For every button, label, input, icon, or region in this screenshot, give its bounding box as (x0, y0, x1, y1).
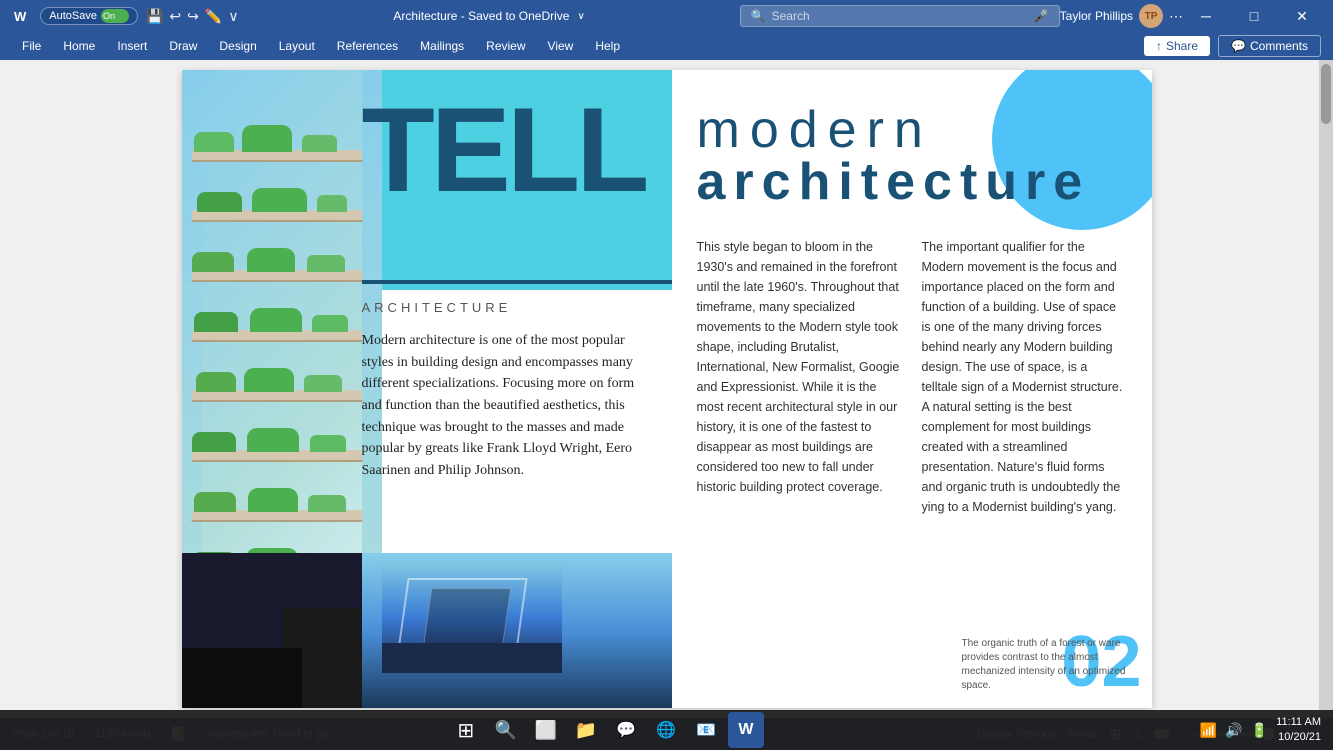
autosave-label: AutoSave (49, 10, 97, 22)
minimize-button[interactable]: ─ (1183, 0, 1229, 32)
search-box[interactable]: 🔍 🎤 (740, 5, 1060, 27)
taskbar-teams-button[interactable]: 💬 (608, 712, 644, 748)
title-bar-left: W AutoSave On 💾 ↩ ↪ ✏️ ∨ (8, 7, 239, 26)
vertical-scrollbar[interactable] (1319, 60, 1333, 718)
menu-file[interactable]: File (12, 36, 51, 56)
page-title: modern architecture (697, 100, 1127, 212)
window-controls: ─ □ ✕ (1183, 0, 1325, 32)
taskbar-outlook-button[interactable]: 📧 (688, 712, 724, 748)
share-label: Share (1166, 39, 1198, 53)
right-para1: This style began to bloom in the 1930's … (697, 237, 902, 517)
taskbar-word-button[interactable]: W (728, 712, 764, 748)
taskbar-edge-button[interactable]: 🌐 (648, 712, 684, 748)
ribbon-icon[interactable]: ⋯ (1169, 8, 1183, 25)
page-container: TELL ARCHITECTURE Modern architecture is… (0, 60, 1333, 718)
menu-bar-right: ↑ Share 💬 Comments (1144, 35, 1321, 57)
taskbar-center: ⊞ 🔍 ⬜ 📁 💬 🌐 📧 W (448, 712, 764, 748)
right-text-columns: This style began to bloom in the 1930's … (697, 237, 1127, 517)
taskbar: ⊞ 🔍 ⬜ 📁 💬 🌐 📧 W 📶 🔊 🔋 11:11 AM 10/20/21 (0, 710, 1333, 750)
redo-icon[interactable]: ↪ (187, 8, 199, 25)
word-logo: W (8, 7, 32, 26)
time-display[interactable]: 11:11 AM 10/20/21 (1276, 715, 1321, 746)
section-divider (362, 280, 672, 284)
page-content: TELL ARCHITECTURE Modern architecture is… (182, 70, 1152, 708)
document-area: TELL ARCHITECTURE Modern architecture is… (0, 60, 1333, 718)
title-bar-center: Architecture - Saved to OneDrive ∨ (239, 9, 740, 23)
autosave-badge[interactable]: AutoSave On (40, 7, 138, 25)
comments-label: Comments (1250, 39, 1308, 53)
undo-icon[interactable]: ↩ (169, 8, 181, 25)
title-word1: modern (697, 100, 1127, 160)
taskbar-start-button[interactable]: ⊞ (448, 712, 484, 748)
menu-mailings[interactable]: Mailings (410, 36, 474, 56)
more-icon[interactable]: ∨ (228, 8, 238, 25)
volume-icon: 🔊 (1225, 722, 1242, 739)
save-icon[interactable]: 💾 (146, 8, 163, 25)
bottom-arch-image (362, 553, 672, 708)
taskbar-taskview-button[interactable]: ⬜ (528, 712, 564, 748)
document-page: TELL ARCHITECTURE Modern architecture is… (182, 70, 1152, 708)
menu-layout[interactable]: Layout (269, 36, 325, 56)
network-icon: 📶 (1200, 722, 1217, 739)
image-caption: The organic truth of a forest or ware pr… (962, 637, 1142, 693)
user-area: Taylor Phillips TP ⋯ (1060, 4, 1183, 28)
close-button[interactable]: ✕ (1279, 0, 1325, 32)
draw-icon[interactable]: ✏️ (205, 8, 222, 25)
menu-review[interactable]: Review (476, 36, 535, 56)
battery-icon: 🔋 (1251, 722, 1268, 739)
left-column: TELL ARCHITECTURE Modern architecture is… (182, 70, 672, 708)
comments-button[interactable]: 💬 Comments (1218, 35, 1321, 57)
taskbar-search-button[interactable]: 🔍 (488, 712, 524, 748)
autosave-toggle[interactable]: On (101, 9, 129, 23)
menu-bar: File Home Insert Draw Design Layout Refe… (0, 32, 1333, 60)
bottom-right-section: 02 The organic truth of a forest or ware… (952, 553, 1152, 708)
dropdown-icon[interactable]: ∨ (577, 11, 584, 22)
share-button[interactable]: ↑ Share (1144, 36, 1210, 56)
menu-design[interactable]: Design (209, 36, 266, 56)
title-word2: architecture (697, 152, 1127, 212)
menu-insert[interactable]: Insert (107, 36, 157, 56)
arch-label: ARCHITECTURE (362, 300, 512, 315)
autosave-state: On (103, 11, 115, 21)
tell-text: TELL (182, 90, 672, 210)
scrollbar-thumb[interactable] (1321, 64, 1331, 124)
doc-title: Architecture - Saved to OneDrive (393, 9, 569, 23)
menu-draw[interactable]: Draw (159, 36, 207, 56)
menu-references[interactable]: References (327, 36, 408, 56)
right-column: modern architecture This style began to … (672, 70, 1152, 708)
arch-description: Modern architecture is one of the most p… (362, 330, 652, 482)
avatar[interactable]: TP (1139, 4, 1163, 28)
quick-access-toolbar: 💾 ↩ ↪ ✏️ ∨ (146, 8, 239, 25)
share-icon: ↑ (1156, 39, 1162, 53)
search-input[interactable] (772, 9, 1028, 23)
search-icon: 🔍 (751, 9, 766, 23)
right-para2: The important qualifier for the Modern m… (922, 237, 1127, 517)
taskbar-explorer-button[interactable]: 📁 (568, 712, 604, 748)
taskbar-right: 📶 🔊 🔋 11:11 AM 10/20/21 (1200, 715, 1321, 746)
title-bar: W AutoSave On 💾 ↩ ↪ ✏️ ∨ Architecture - … (0, 0, 1333, 32)
comments-icon: 💬 (1231, 39, 1246, 53)
maximize-button[interactable]: □ (1231, 0, 1277, 32)
clock-time: 11:11 AM (1276, 715, 1321, 730)
menu-home[interactable]: Home (53, 36, 105, 56)
bottom-black-image (182, 553, 362, 708)
menu-help[interactable]: Help (585, 36, 630, 56)
clock-date: 10/20/21 (1276, 730, 1321, 745)
user-name: Taylor Phillips (1060, 9, 1133, 23)
mic-icon[interactable]: 🎤 (1034, 9, 1049, 23)
menu-view[interactable]: View (538, 36, 584, 56)
bottom-images (182, 553, 672, 708)
